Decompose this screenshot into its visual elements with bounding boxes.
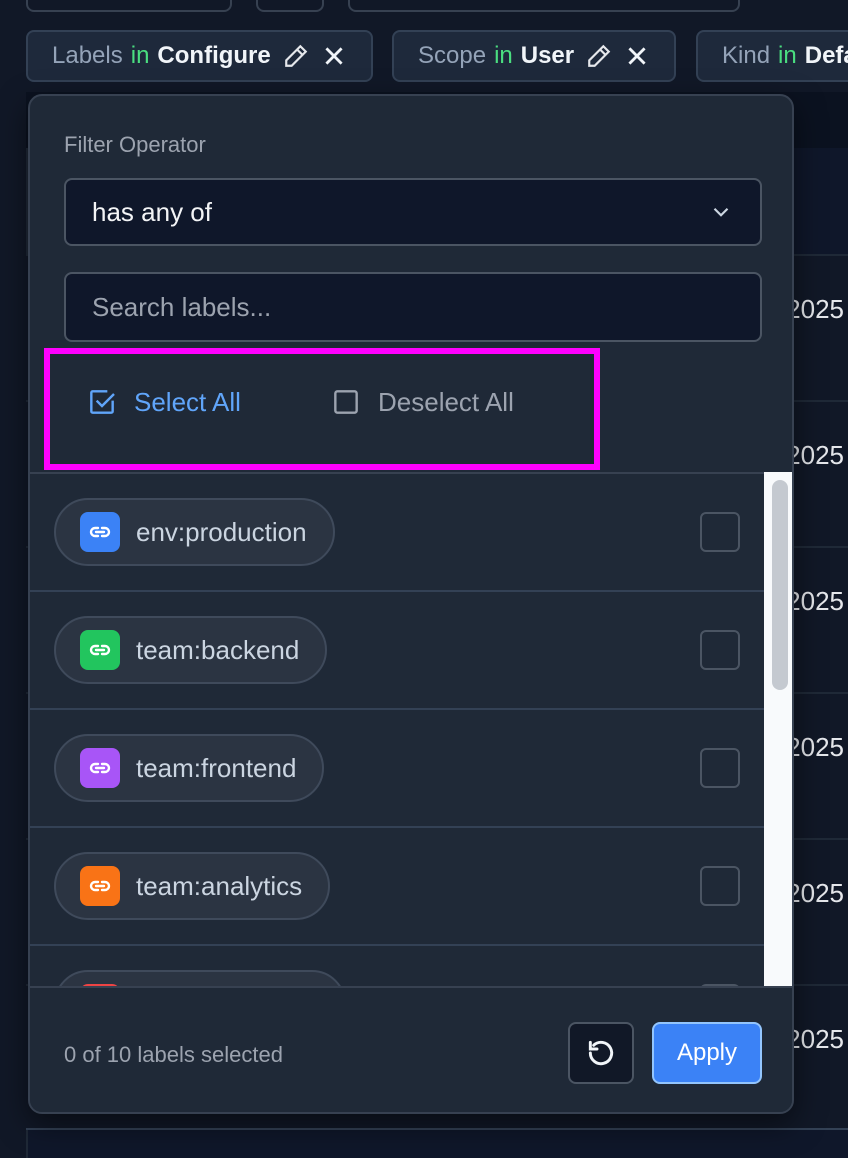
label-pill: team:backend: [54, 616, 328, 684]
label-checkbox[interactable]: [700, 748, 740, 788]
popover-footer: 0 of 10 labels selected Apply: [30, 986, 792, 1112]
label-pill: team:frontend: [54, 734, 325, 802]
filter-operator-value: has any of: [92, 196, 212, 227]
selected-count: 0 of 10 labels selected: [64, 1042, 283, 1067]
chip-value: Defa: [804, 42, 848, 69]
row-date: 2025: [786, 732, 844, 762]
label-name: team:analytics: [136, 870, 303, 901]
reset-button[interactable]: [568, 1022, 634, 1084]
chip-operator: in: [778, 42, 797, 69]
row-date: 2025: [786, 440, 844, 470]
list-item[interactable]: team:backend: [30, 592, 766, 710]
toolbar-search[interactable]: [348, 0, 740, 12]
label-checkbox[interactable]: [700, 512, 740, 552]
link-icon: [80, 748, 120, 788]
deselect-all-button[interactable]: Deselect All: [330, 386, 514, 418]
row-date: 2025: [786, 1024, 844, 1054]
filter-chip-kind[interactable]: Kind in Defa: [696, 30, 848, 82]
label-name: env:production: [136, 516, 307, 547]
select-all-label: Select All: [134, 386, 241, 417]
link-icon: [80, 512, 120, 552]
filter-operator-label: Filter Operator: [64, 132, 206, 157]
row-date: 2025: [786, 586, 844, 616]
link-icon: [80, 630, 120, 670]
label-checkbox[interactable]: [700, 630, 740, 670]
scrollbar-thumb[interactable]: [772, 480, 788, 690]
list-item[interactable]: [30, 946, 766, 986]
chip-value: Configure: [157, 42, 271, 69]
checkbox-empty-icon: [334, 390, 358, 414]
edit-icon[interactable]: [283, 43, 309, 69]
label-name: team:backend: [136, 634, 300, 665]
label-pill: env:production: [54, 498, 335, 566]
reset-icon: [588, 1040, 614, 1066]
chip-field: Scope: [418, 42, 487, 69]
close-icon[interactable]: [624, 43, 650, 69]
toolbar-control[interactable]: [256, 0, 324, 12]
divider: [26, 1128, 848, 1130]
checkbox-checked-icon: [90, 390, 115, 414]
filter-operator-select[interactable]: has any of: [64, 178, 762, 246]
chip-operator: in: [130, 42, 150, 69]
row-date: 2025: [786, 878, 844, 908]
chip-operator: in: [494, 42, 513, 69]
list-item[interactable]: team:analytics: [30, 828, 766, 946]
link-icon: [80, 866, 120, 906]
close-icon[interactable]: [321, 43, 347, 69]
deselect-all-label: Deselect All: [378, 386, 514, 417]
chevron-down-icon: [713, 207, 729, 217]
list-item[interactable]: team:frontend: [30, 710, 766, 828]
search-labels-input[interactable]: [64, 272, 762, 342]
select-all-button[interactable]: Select All: [86, 386, 241, 418]
chip-value: User: [520, 42, 575, 69]
edit-icon[interactable]: [586, 43, 612, 69]
chip-field: Kind: [722, 42, 771, 69]
label-list[interactable]: env:production team:backend team:fronten…: [30, 472, 766, 986]
label-name: team:frontend: [136, 752, 297, 783]
list-item[interactable]: env:production: [30, 474, 766, 592]
chip-field: Labels: [52, 42, 123, 69]
apply-button[interactable]: Apply: [652, 1022, 762, 1084]
toolbar-control[interactable]: [26, 0, 232, 12]
label-checkbox[interactable]: [700, 866, 740, 906]
label-filter-popover: Filter Operator has any of Select All De…: [28, 94, 794, 1114]
filter-chip-scope[interactable]: Scope in User: [392, 30, 677, 82]
label-pill: [54, 970, 346, 986]
filter-chip-labels[interactable]: Labels in Configure: [26, 30, 373, 82]
label-pill: team:analytics: [54, 852, 331, 920]
page: Labels in Configure Scope in User Kind i…: [0, 0, 848, 1158]
row-date: 2025: [786, 294, 844, 324]
